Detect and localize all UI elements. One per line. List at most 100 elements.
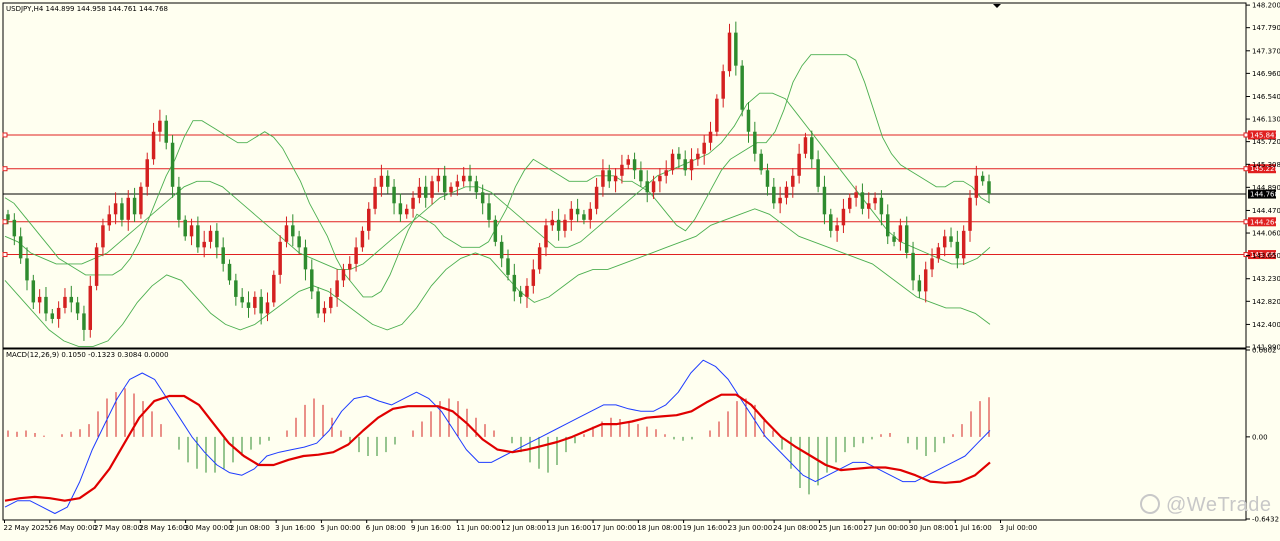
time-axis-label: 30 May 00:00 bbox=[185, 524, 233, 532]
price-axis-label: 142.400 bbox=[1252, 321, 1280, 329]
bear-candle bbox=[512, 274, 517, 292]
bull-candle bbox=[569, 208, 574, 220]
level-handle bbox=[2, 219, 8, 225]
bear-candle bbox=[259, 296, 263, 314]
bear-candle bbox=[487, 203, 491, 220]
bear-candle bbox=[234, 280, 238, 297]
time-axis-label: 12 Jun 08:00 bbox=[502, 524, 546, 532]
time-axis-label: 6 Jun 08:00 bbox=[366, 524, 406, 532]
bull-candle bbox=[715, 98, 719, 132]
time-axis-label: 30 Jun 08:00 bbox=[909, 524, 953, 532]
bear-candle bbox=[12, 219, 17, 237]
price-axis-label: 144.890 bbox=[1252, 184, 1280, 192]
bear-candle bbox=[949, 236, 953, 242]
bear-candle bbox=[772, 186, 776, 204]
bear-candle bbox=[474, 181, 479, 193]
price-axis-label: 144.060 bbox=[1252, 230, 1280, 238]
price-axis-label: 146.960 bbox=[1252, 70, 1280, 78]
bear-candle bbox=[227, 263, 232, 281]
bull-candle bbox=[664, 170, 668, 176]
time-axis-label: 9 Jun 16:00 bbox=[411, 524, 451, 532]
bull-candle bbox=[139, 186, 143, 215]
bull-candle bbox=[367, 208, 371, 231]
bull-candle bbox=[797, 153, 801, 176]
price-axis-label: 145.308 bbox=[1252, 161, 1280, 169]
time-axis-label: 11 Jun 00:00 bbox=[456, 524, 500, 532]
bear-candle bbox=[885, 214, 890, 237]
bull-candle bbox=[968, 197, 972, 231]
price-axis-label: 146.130 bbox=[1252, 116, 1280, 124]
bull-candle bbox=[341, 269, 346, 281]
time-axis-label: 22 May 2025 bbox=[4, 524, 50, 532]
price-axis-label: 147.370 bbox=[1252, 47, 1280, 55]
bear-candle bbox=[386, 175, 390, 187]
bear-candle bbox=[904, 225, 909, 253]
bear-candle bbox=[556, 219, 561, 231]
bear-candle bbox=[82, 313, 86, 330]
bull-candle bbox=[417, 186, 422, 198]
macd-axis-label: 0.6802 bbox=[1252, 347, 1277, 355]
bull-candle bbox=[961, 230, 966, 259]
bull-candle bbox=[436, 175, 441, 182]
time-axis-label: 18 Jun 08:00 bbox=[637, 524, 681, 532]
bull-candle bbox=[613, 175, 618, 182]
bear-candle bbox=[683, 159, 687, 171]
bear-candle bbox=[746, 109, 751, 132]
bear-candle bbox=[132, 197, 137, 215]
band-lower bbox=[4, 208, 991, 347]
bull-candle bbox=[936, 247, 941, 259]
bull-candle bbox=[253, 296, 257, 308]
bear-candle bbox=[480, 192, 485, 204]
time-axis-label: 27 May 08:00 bbox=[94, 524, 142, 532]
macd-line bbox=[4, 359, 991, 514]
price-axis-label: 143.650 bbox=[1252, 252, 1280, 260]
bull-candle bbox=[784, 186, 789, 198]
time-axis-label: 27 Jun 00:00 bbox=[864, 524, 908, 532]
price-panel-border bbox=[2, 2, 1247, 349]
bull-candle bbox=[848, 197, 852, 209]
bull-candle bbox=[189, 225, 194, 237]
bear-candle bbox=[50, 313, 55, 319]
horizontal-levels: 145.841145.228144.768144.264143.669 bbox=[2, 130, 1279, 260]
bear-candle bbox=[423, 186, 428, 198]
chart-canvas[interactable]: USDJPY,H4 144.899 144.958 144.761 144.76… bbox=[0, 0, 1280, 537]
bull-candle bbox=[601, 170, 605, 187]
bear-candle bbox=[734, 32, 738, 66]
bull-candle bbox=[867, 203, 871, 209]
level-handle bbox=[2, 252, 8, 258]
price-header: USDJPY,H4 144.899 144.958 144.761 144.76… bbox=[6, 5, 168, 13]
bull-candle bbox=[449, 186, 453, 193]
bull-candle bbox=[430, 181, 434, 198]
bull-candle bbox=[531, 269, 536, 286]
bear-candle bbox=[246, 302, 251, 308]
price-axis: 148.200 147.790 147.370 146.960 146.540 146.1… bbox=[1246, 2, 1280, 352]
time-axis-label: 2 Jun 08:00 bbox=[230, 524, 270, 532]
bear-candle bbox=[759, 153, 763, 171]
bull-candle bbox=[56, 307, 61, 319]
bear-candle bbox=[291, 225, 295, 237]
bear-candle bbox=[860, 192, 865, 209]
time-axis-label: 1 Jul 16:00 bbox=[954, 524, 992, 532]
time-axis-label: 25 Jun 16:00 bbox=[818, 524, 862, 532]
bear-candle bbox=[632, 159, 637, 171]
bull-candle bbox=[348, 263, 352, 270]
bear-candle bbox=[31, 280, 36, 303]
bull-candle bbox=[873, 197, 877, 204]
bull-candle bbox=[379, 175, 384, 187]
bull-candle bbox=[284, 225, 289, 242]
shift-marker-icon[interactable] bbox=[993, 4, 1001, 8]
bull-candle bbox=[923, 269, 928, 292]
level-handle bbox=[1243, 166, 1249, 172]
bull-candle bbox=[322, 307, 327, 314]
time-axis-label: 3 Jul 00:00 bbox=[1000, 524, 1038, 532]
bull-candle bbox=[265, 302, 270, 314]
bull-candle bbox=[550, 219, 555, 226]
bull-candle bbox=[525, 285, 529, 297]
macd-axis-label: 0.00 bbox=[1252, 433, 1268, 441]
level-label: 144.264 bbox=[1250, 218, 1279, 226]
bull-candle bbox=[835, 225, 839, 231]
price-axis-label: 146.540 bbox=[1252, 93, 1280, 101]
bear-candle bbox=[753, 131, 757, 154]
bull-candle bbox=[88, 285, 93, 330]
bull-candle bbox=[544, 225, 548, 248]
